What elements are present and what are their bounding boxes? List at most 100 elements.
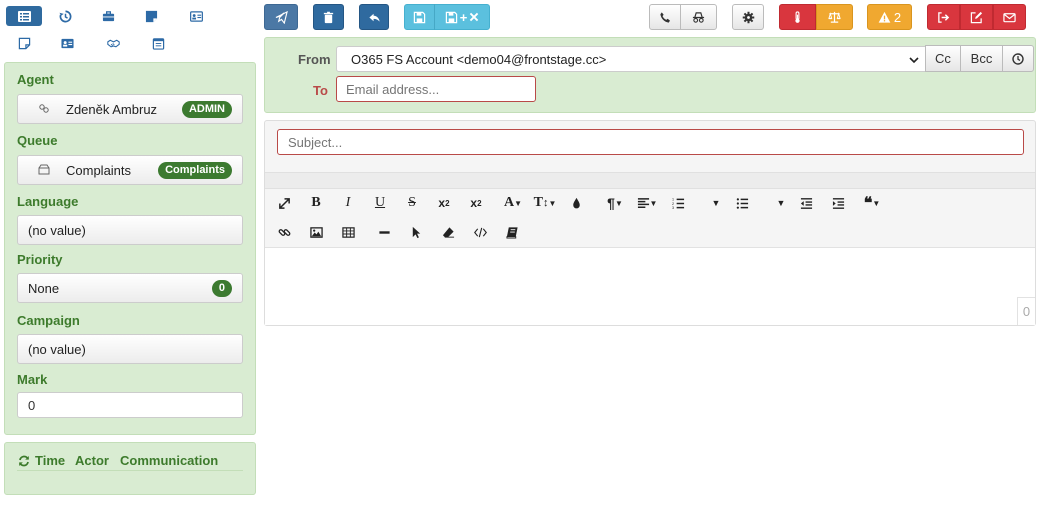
briefcase-button[interactable] [96,7,120,25]
from-label: From [298,52,331,67]
editor-toolbar: B I U S x2 x2 A ▼ T ↕ ▼ ¶ ▼ ▼ 123 ▼ ▼ ❝ ▼ [265,191,1035,247]
paragraph-dropdown[interactable]: ¶ ▼ [603,193,627,213]
table-icon [341,226,355,238]
list-view-button[interactable] [6,6,42,26]
svg-text:3: 3 [672,206,674,210]
superscript-button[interactable]: x2 [467,193,485,213]
from-select[interactable]: O365 FS Account <demo04@frontstage.cc> [336,46,926,72]
tab-actor[interactable]: Actor [75,453,109,468]
indent-button[interactable] [829,193,847,213]
bold-button[interactable]: B [307,193,325,213]
delete-button[interactable] [313,4,344,30]
calendar-icon [152,37,164,50]
trash-icon [323,11,334,23]
agent-select[interactable]: Zdeněk Ambruz ADMIN [17,94,243,124]
save-and-close-button[interactable]: + [435,4,489,30]
mark-input[interactable]: 0 [17,392,243,418]
tint-icon [572,197,580,208]
mark-value: 0 [28,397,36,413]
save-button-group: + [404,4,490,30]
editor-body[interactable] [265,247,1035,325]
color-button[interactable] [568,193,584,213]
quote-dropdown[interactable]: ❝ ▼ [859,193,885,213]
campaign-select[interactable]: (no value) [17,334,243,364]
edit-button[interactable] [960,4,993,30]
send-button[interactable] [264,4,298,30]
underline-button[interactable]: U [371,193,389,213]
strikethrough-button[interactable]: S [403,193,421,213]
reply-button[interactable] [359,4,389,30]
alerts-button[interactable]: 2 [867,4,912,30]
priority-select[interactable]: None 0 [17,273,243,303]
clear-format-button[interactable] [439,222,457,242]
subscript-button[interactable]: x2 [435,193,453,213]
save-draft-button[interactable] [405,4,435,30]
handshake-button[interactable] [101,34,125,52]
email-button[interactable] [993,4,1026,30]
language-select[interactable]: (no value) [17,215,243,245]
logout-button[interactable] [927,4,960,30]
mouse-pointer-icon [412,226,420,238]
chevron-down-icon [909,57,919,64]
compose-header: From O365 FS Account <demo04@frontstage.… [264,37,1036,113]
queue-select[interactable]: Complaints Complaints [17,155,243,185]
templates-button[interactable] [503,222,521,242]
incognito-button[interactable] [681,4,716,30]
font-size-dropdown[interactable]: T ↕ ▼ [533,193,557,213]
id-card-icon [60,38,74,48]
image-button[interactable] [307,222,325,242]
subject-input[interactable] [277,129,1024,155]
unordered-list-button[interactable] [733,193,751,213]
table-button[interactable] [339,222,357,242]
calendar-button[interactable] [146,34,170,52]
expand-icon [278,197,290,209]
link-button[interactable] [275,222,293,242]
refresh-icon[interactable] [18,455,30,467]
save-plus-label: + [459,9,468,25]
agent-label: Agent [17,72,54,87]
balance-button[interactable] [816,4,853,30]
font-family-dropdown[interactable]: A ▼ [501,193,525,213]
agent-role-badge: ADMIN [181,101,232,118]
link-icon [278,228,290,236]
tab-communication[interactable]: Communication [120,453,218,468]
history-button[interactable] [53,7,77,25]
horizontal-rule-button[interactable] [375,222,393,242]
envelope-icon [1003,12,1016,22]
balance-scale-icon [828,11,841,23]
schedule-button[interactable] [1002,45,1034,72]
call-button[interactable] [650,4,681,30]
outdent-button[interactable] [797,193,815,213]
sticky-note-button[interactable] [139,7,163,25]
eraser-icon [442,226,454,238]
cc-button[interactable]: Cc [925,45,961,72]
source-code-button[interactable] [471,222,489,242]
align-dropdown[interactable]: ▼ [634,193,660,213]
select-all-button[interactable] [407,222,425,242]
briefcase-icon [102,10,114,21]
settings-button[interactable] [732,4,764,30]
mood-button-group [779,4,853,30]
unordered-list-dropdown[interactable]: ▼ [775,193,787,213]
queue-value: Complaints [66,163,132,178]
ordered-list-dropdown[interactable]: ▼ [710,193,722,213]
note-button[interactable] [12,34,36,52]
sticky-note-icon [145,10,157,22]
character-counter: 0 [1017,297,1035,325]
language-value: (no value) [28,222,86,238]
priority-value: None [28,280,60,296]
gear-icon [742,11,754,23]
temperature-button[interactable] [779,4,816,30]
bcc-button[interactable]: Bcc [960,45,1003,72]
contact-card-icon [189,10,203,22]
italic-button[interactable]: I [339,193,357,213]
to-input[interactable] [336,76,536,102]
fullscreen-button[interactable] [275,193,293,213]
cc-label: Cc [935,51,951,66]
ticket-properties-panel: Agent Zdeněk Ambruz ADMIN Queue Complain… [4,62,256,435]
contact-card-button[interactable] [184,7,208,25]
outdent-icon [800,197,812,209]
tab-time[interactable]: Time [35,453,65,468]
ordered-list-button[interactable]: 123 [669,193,687,213]
id-card-button[interactable] [55,34,79,52]
